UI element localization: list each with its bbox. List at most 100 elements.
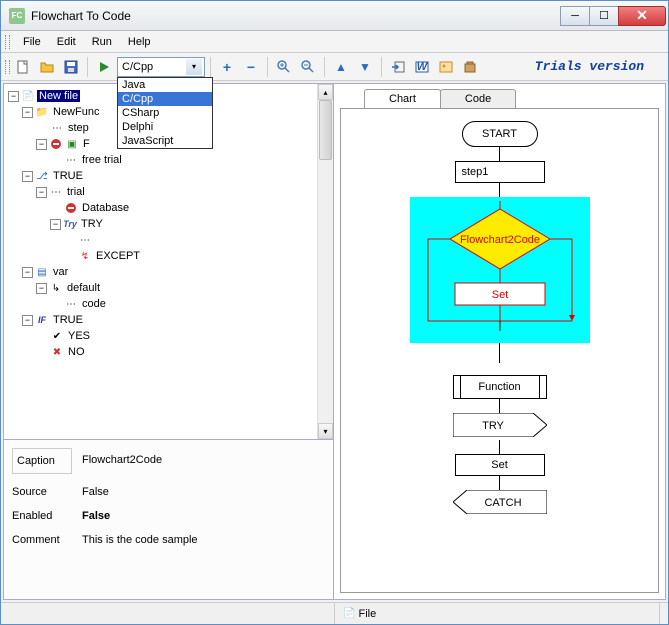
tree-item[interactable]: default xyxy=(65,282,102,294)
run-button[interactable] xyxy=(93,56,115,78)
flowchart-try[interactable]: TRY xyxy=(453,413,547,437)
lang-option-ccpp[interactable]: C/Cpp xyxy=(118,92,212,106)
maximize-button[interactable]: ☐ xyxy=(589,6,619,26)
tree-item[interactable]: EXCEPT xyxy=(94,250,142,262)
scroll-down-icon[interactable]: ▾ xyxy=(318,423,333,439)
zoom-out-button[interactable] xyxy=(297,56,319,78)
app-icon: FC xyxy=(9,8,25,24)
tree-item[interactable]: code xyxy=(80,298,108,310)
file-icon: 📄 xyxy=(343,607,357,621)
arrow-down-button[interactable]: ▼ xyxy=(354,56,376,78)
expander-icon[interactable]: − xyxy=(22,107,33,118)
open-button[interactable] xyxy=(36,56,58,78)
prop-comment-label: Comment xyxy=(12,534,72,546)
remove-button[interactable]: − xyxy=(240,56,262,78)
tree-item[interactable]: trial xyxy=(65,186,87,198)
expander-icon[interactable]: − xyxy=(22,171,33,182)
toolbar-grip[interactable] xyxy=(5,60,10,74)
close-button[interactable]: ✕ xyxy=(618,6,666,26)
expander-icon[interactable]: − xyxy=(36,283,47,294)
tree-item[interactable]: NewFunc xyxy=(51,106,101,118)
flowchart-catch[interactable]: CATCH xyxy=(453,490,547,514)
lang-option-csharp[interactable]: CSharp xyxy=(118,106,212,120)
image-export-button[interactable] xyxy=(435,56,457,78)
expander-icon[interactable]: − xyxy=(36,187,47,198)
properties-panel: Caption Flowchart2Code Source False Enab… xyxy=(4,439,333,599)
flowchart-decision-text: Flowchart2Code xyxy=(459,234,539,246)
chart-canvas[interactable]: START step1 Flowchart2Code xyxy=(340,108,659,593)
svg-text:W: W xyxy=(417,61,429,73)
tree-item[interactable]: F xyxy=(81,138,92,150)
zoom-in-button[interactable] xyxy=(273,56,295,78)
menu-file[interactable]: File xyxy=(15,33,49,51)
flowchart-step1[interactable]: step1 xyxy=(455,161,545,183)
dropdown-arrow-icon: ▾ xyxy=(186,59,202,75)
stop-icon xyxy=(64,201,78,215)
new-file-button[interactable] xyxy=(12,56,34,78)
scroll-up-icon[interactable]: ▴ xyxy=(318,84,333,100)
node-icon: ⋯ xyxy=(78,233,92,247)
tree-item[interactable]: YES xyxy=(66,330,92,342)
prop-enabled-value[interactable]: False xyxy=(72,510,120,522)
titlebar[interactable]: FC Flowchart To Code ─ ☐ ✕ xyxy=(1,1,668,31)
language-dropdown: Java C/Cpp CSharp Delphi JavaScript xyxy=(117,77,213,149)
flowchart-start[interactable]: START xyxy=(462,121,538,147)
tree-scrollbar[interactable]: ▴ ▾ xyxy=(317,84,333,439)
expander-icon[interactable]: − xyxy=(22,267,33,278)
flowchart-selection[interactable]: Flowchart2Code Set xyxy=(410,197,590,343)
menu-run[interactable]: Run xyxy=(84,33,120,51)
tree-root[interactable]: New file xyxy=(37,90,80,102)
tree-item[interactable]: TRUE xyxy=(51,170,85,182)
expander-icon[interactable]: − xyxy=(22,315,33,326)
menu-edit[interactable]: Edit xyxy=(49,33,84,51)
tree-item[interactable]: free trial xyxy=(80,154,124,166)
tree-item[interactable]: TRY xyxy=(79,218,105,230)
prop-comment-value[interactable]: This is the code sample xyxy=(72,534,208,546)
tree-item[interactable]: TRUE xyxy=(51,314,85,326)
save-button[interactable] xyxy=(60,56,82,78)
prop-caption-label: Caption xyxy=(12,448,72,474)
menu-help[interactable]: Help xyxy=(120,33,159,51)
statusbar: 📄File xyxy=(1,602,668,624)
arrow-up-button[interactable]: ▲ xyxy=(330,56,352,78)
try-icon: Try xyxy=(63,217,77,231)
tab-code[interactable]: Code xyxy=(440,89,516,108)
scroll-thumb[interactable] xyxy=(319,100,332,160)
except-icon: ↯ xyxy=(78,249,92,263)
tree-item[interactable]: var xyxy=(51,266,70,278)
lang-option-javascript[interactable]: JavaScript xyxy=(118,134,212,148)
tab-chart[interactable]: Chart xyxy=(364,89,441,108)
menubar-grip[interactable] xyxy=(5,35,11,49)
node-icon: ⋯ xyxy=(49,185,63,199)
tree-item[interactable]: Database xyxy=(80,202,131,214)
lang-option-delphi[interactable]: Delphi xyxy=(118,120,212,134)
minimize-button[interactable]: ─ xyxy=(560,6,590,26)
app-window: FC Flowchart To Code ─ ☐ ✕ File Edit Run… xyxy=(0,0,669,625)
try-text: TRY xyxy=(482,420,504,432)
prop-enabled-label: Enabled xyxy=(12,510,72,522)
word-export-button[interactable]: W xyxy=(411,56,433,78)
language-selected: C/Cpp xyxy=(122,61,153,73)
status-left xyxy=(9,603,335,624)
trials-label: Trials version xyxy=(535,59,644,74)
prop-caption-value[interactable]: Flowchart2Code xyxy=(72,448,172,474)
flowchart-set2[interactable]: Set xyxy=(455,454,545,476)
tree-item[interactable]: NO xyxy=(66,346,87,358)
flowchart-decision-block[interactable]: Flowchart2Code Set xyxy=(420,201,580,331)
flowchart-function[interactable]: Function xyxy=(453,375,547,399)
expander-icon[interactable]: − xyxy=(8,91,19,102)
status-file: 📄File xyxy=(335,603,661,624)
tree-item[interactable]: step xyxy=(66,122,91,134)
lang-option-java[interactable]: Java xyxy=(118,78,212,92)
expander-icon[interactable]: − xyxy=(36,139,47,150)
settings-button[interactable] xyxy=(459,56,481,78)
export-button[interactable] xyxy=(387,56,409,78)
check-icon: ✔ xyxy=(50,329,64,343)
folder-icon: 📁 xyxy=(35,105,49,119)
expander-icon[interactable]: − xyxy=(50,219,61,230)
language-select[interactable]: C/Cpp ▾ Java C/Cpp CSharp Delphi JavaScr… xyxy=(117,57,205,77)
flowchart-set-text: Set xyxy=(491,289,508,301)
add-button[interactable]: + xyxy=(216,56,238,78)
catch-text: CATCH xyxy=(484,497,521,509)
prop-source-value[interactable]: False xyxy=(72,486,119,498)
